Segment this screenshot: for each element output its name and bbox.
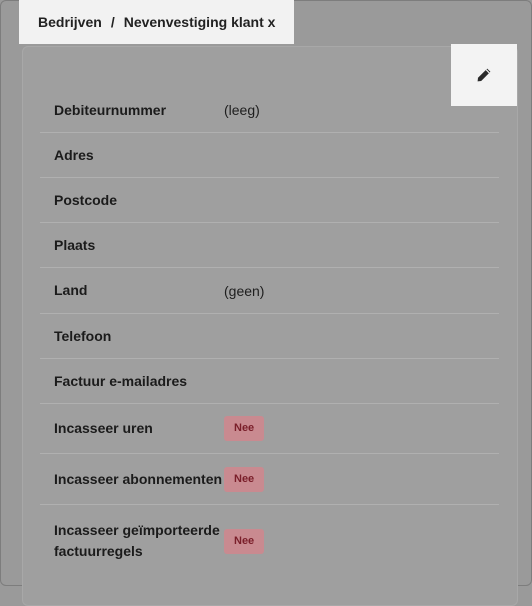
- breadcrumb-current: Nevenvestiging klant x: [123, 14, 276, 30]
- field-row-plaats: Plaats: [40, 223, 499, 268]
- field-label: Incasseer uren: [54, 420, 153, 436]
- field-label: Incasseer abonnementen: [54, 470, 223, 487]
- breadcrumb: Bedrijven / Nevenvestiging klant x: [19, 0, 294, 44]
- field-row-incasseer-uren: Incasseer uren Nee: [40, 404, 499, 454]
- field-row-postcode: Postcode: [40, 178, 499, 223]
- field-label: Adres: [54, 146, 94, 163]
- details-list: Debiteurnummer (leeg) Adres Postcode Pla…: [40, 88, 499, 577]
- breadcrumb-separator: /: [110, 14, 115, 30]
- status-badge: Nee: [224, 528, 265, 554]
- field-row-adres: Adres: [40, 133, 499, 178]
- field-value: (leeg): [224, 102, 260, 118]
- field-row-land: Land (geen): [40, 268, 499, 314]
- field-row-factuur-emailadres: Factuur e-mailadres: [40, 359, 499, 404]
- field-label: Telefoon: [54, 327, 112, 344]
- field-label: Debiteurnummer: [54, 101, 167, 118]
- field-label: Factuur e-mailadres: [54, 372, 188, 389]
- field-row-incasseer-abonnementen: Incasseer abonnementen Nee: [40, 454, 499, 505]
- field-row-incasseer-factuurregels: Incasseer geïmporteerde factuurregels Ne…: [40, 505, 499, 577]
- field-label: Postcode: [54, 191, 118, 208]
- field-label: Incasseer geïmporteerde factuurregels: [54, 522, 220, 559]
- field-row-telefoon: Telefoon: [40, 314, 499, 359]
- pencil-icon: [477, 68, 491, 82]
- breadcrumb-parent-link[interactable]: Bedrijven: [38, 14, 102, 30]
- status-badge: Nee: [224, 416, 265, 441]
- status-badge: Nee: [224, 466, 265, 492]
- field-row-debiteurnummer: Debiteurnummer (leeg): [40, 88, 499, 133]
- field-value: (geen): [224, 282, 265, 299]
- field-label: Land: [54, 282, 88, 298]
- field-label: Plaats: [54, 236, 96, 253]
